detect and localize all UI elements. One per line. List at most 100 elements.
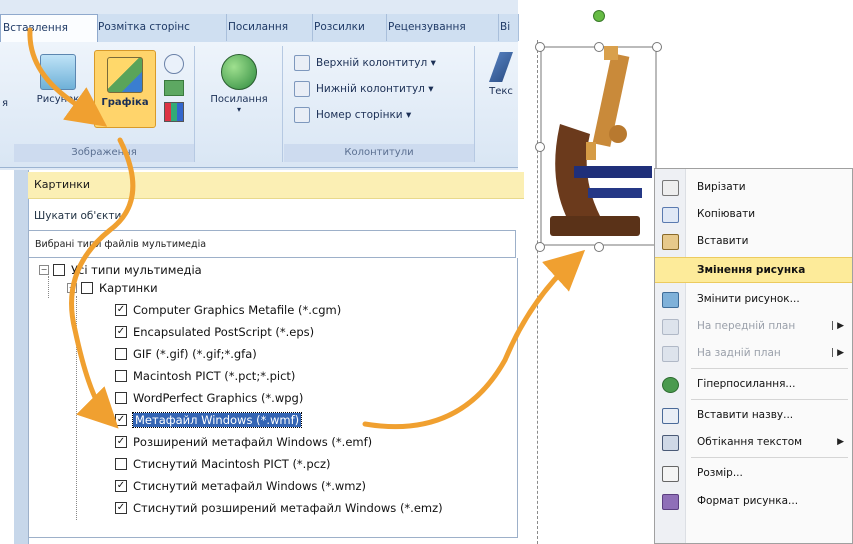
- menu-item-cut[interactable]: Вирізати: [655, 175, 852, 199]
- paste-icon: [662, 234, 679, 250]
- microscope-knob: [609, 125, 627, 143]
- checkbox[interactable]: [115, 457, 127, 470]
- menu-item-format-picture[interactable]: Формат рисунка...: [655, 489, 852, 513]
- tree-line: [76, 296, 77, 520]
- tab-insert[interactable]: Вставлення: [0, 14, 98, 43]
- resize-handle[interactable]: [594, 42, 604, 52]
- checkbox-checked[interactable]: ✓: [115, 303, 127, 316]
- resize-handle[interactable]: [535, 42, 545, 52]
- links-button[interactable]: Посилання ▾: [206, 54, 272, 114]
- menu-item-copy[interactable]: Копіювати: [655, 202, 852, 226]
- resize-handle[interactable]: [652, 42, 662, 52]
- text-box-label: Текс: [489, 86, 513, 97]
- tab-mailings[interactable]: Розсилки: [312, 14, 387, 41]
- menu-item-text-wrapping[interactable]: Обтікання текстом ▶: [655, 430, 852, 454]
- pane-title: Картинки: [28, 172, 524, 199]
- tab-review[interactable]: Рецензування: [386, 14, 499, 41]
- tab-references[interactable]: Посилання: [226, 14, 313, 41]
- page-number-button-label: Номер сторінки: [316, 109, 403, 121]
- tree-item-file-type[interactable]: ✓ Encapsulated PostScript (*.eps): [115, 322, 314, 342]
- media-types-dropdown[interactable]: Вибрані типи файлів мультимедіа: [28, 230, 516, 258]
- tree-item-file-type[interactable]: Macintosh PICT (*.pct;*.pict): [115, 366, 295, 386]
- graphics-button[interactable]: Графіка: [94, 50, 156, 128]
- tree-item-label: Macintosh PICT (*.pct;*.pict): [133, 369, 296, 383]
- tree-item-file-type[interactable]: ✓ Стиснутий розширений метафайл Windows (…: [115, 498, 443, 518]
- menu-item-label: Змінення рисунка: [697, 264, 806, 276]
- tab-view[interactable]: Ві: [498, 14, 519, 41]
- chart-icon[interactable]: [164, 102, 184, 122]
- pane-strip: [14, 170, 29, 544]
- copy-icon: [662, 207, 679, 223]
- tree-item-label: Метафайл Windows (*.wmf): [131, 412, 303, 428]
- menu-item-label: Змінити рисунок...: [697, 293, 800, 305]
- picture-icon: [40, 54, 76, 90]
- ribbon-tab-bar: Вставлення Розмітка сторінс Посилання Ро…: [0, 14, 519, 43]
- microscope-clipart[interactable]: [540, 46, 657, 246]
- tree-item-file-type[interactable]: GIF (*.gif) (*.gif;*.gfa): [115, 344, 257, 364]
- ribbon-cut-label: я: [1, 98, 8, 109]
- shapes-icon[interactable]: [164, 54, 184, 74]
- submenu-arrow-icon: | ▶: [831, 314, 844, 338]
- submenu-glyph: ▶: [837, 321, 844, 331]
- picture-button-label: Рисунок: [36, 94, 80, 105]
- tab-page-layout[interactable]: Розмітка сторінс: [96, 14, 227, 41]
- text-wrap-icon: [662, 435, 679, 451]
- checkbox[interactable]: [115, 391, 127, 404]
- group-header-footer: Верхній колонтитул ▾ Нижній колонтитул ▾…: [284, 46, 475, 162]
- tree-item-file-type[interactable]: ✓ Розширений метафайл Windows (*.emf): [115, 432, 372, 452]
- collapse-icon[interactable]: −: [39, 264, 49, 275]
- checkbox[interactable]: [81, 281, 93, 294]
- tree-item-label: Encapsulated PostScript (*.eps): [133, 325, 315, 339]
- tree-item-clipart[interactable]: − Картинки: [67, 278, 158, 298]
- smartart-icon[interactable]: [164, 80, 184, 96]
- picture-button[interactable]: Рисунок: [32, 54, 84, 105]
- menu-separator: [691, 399, 848, 400]
- menu-item-change-picture[interactable]: Змінити рисунок...: [655, 287, 852, 311]
- chevron-down-icon: ▾: [236, 105, 241, 114]
- microscope-mirror: [588, 188, 642, 198]
- checkbox-checked[interactable]: ✓: [115, 325, 127, 338]
- ribbon: Вставлення Розмітка сторінс Посилання Ро…: [0, 0, 519, 170]
- checkbox-checked[interactable]: ✓: [115, 413, 127, 426]
- tree-item-file-type[interactable]: WordPerfect Graphics (*.wpg): [115, 388, 303, 408]
- rotate-handle[interactable]: [593, 10, 605, 22]
- caption-icon: [662, 408, 679, 424]
- tree-item-all-media[interactable]: − Усі типи мультимедіа: [39, 260, 202, 280]
- resize-handle[interactable]: [535, 242, 545, 252]
- resize-handle[interactable]: [535, 142, 545, 152]
- footer-button-label: Нижній колонтитул: [316, 83, 425, 95]
- menu-item-label: Гіперпосилання...: [697, 378, 796, 390]
- tree-item-label: GIF (*.gif) (*.gif;*.gfa): [133, 347, 257, 361]
- menu-item-label: Обтікання текстом: [697, 436, 803, 448]
- tree-item-file-type[interactable]: ✓ Computer Graphics Metafile (*.cgm): [115, 300, 341, 320]
- menu-item-label: Вставити: [697, 235, 749, 247]
- checkbox[interactable]: [115, 347, 127, 360]
- menu-item-bring-forward[interactable]: На передній план | ▶: [655, 314, 852, 338]
- ribbon-body: я Рисунок Графіка Зображення Посилання ▾: [0, 42, 518, 168]
- graphics-button-label: Графіка: [101, 97, 149, 108]
- menu-item-paste[interactable]: Вставити: [655, 229, 852, 253]
- menu-item-label: Копіювати: [697, 208, 756, 220]
- tree-item-file-type[interactable]: ✓ Стиснутий метафайл Windows (*.wmz): [115, 476, 366, 496]
- text-box-button[interactable]: Текс: [484, 52, 518, 97]
- tree-item-wmf-selected[interactable]: ✓ Метафайл Windows (*.wmf): [115, 410, 303, 430]
- checkbox-checked[interactable]: ✓: [115, 479, 127, 492]
- group-label-illustrations: Зображення: [14, 144, 194, 162]
- tree-item-file-type[interactable]: Стиснутий Macintosh PICT (*.pcz): [115, 454, 330, 474]
- menu-item-send-backward[interactable]: На задній план | ▶: [655, 341, 852, 365]
- menu-item-hyperlink[interactable]: Гіперпосилання...: [655, 372, 852, 396]
- checkbox[interactable]: [53, 263, 65, 276]
- page-number-button[interactable]: Номер сторінки ▾: [294, 104, 411, 126]
- menu-separator: [691, 457, 848, 458]
- resize-handle[interactable]: [594, 242, 604, 252]
- menu-item-insert-caption[interactable]: Вставити назву...: [655, 403, 852, 427]
- header-button[interactable]: Верхній колонтитул ▾: [294, 52, 436, 74]
- menu-item-size[interactable]: Розмір...: [655, 461, 852, 485]
- footer-button[interactable]: Нижній колонтитул ▾: [294, 78, 433, 100]
- media-types-tree: − Усі типи мультимедіа − Картинки ✓ Compute…: [28, 258, 518, 538]
- collapse-icon[interactable]: −: [67, 282, 77, 293]
- search-label: Шукати об'єкти:: [34, 210, 125, 222]
- checkbox-checked[interactable]: ✓: [115, 435, 127, 448]
- checkbox[interactable]: [115, 369, 127, 382]
- checkbox-checked[interactable]: ✓: [115, 501, 127, 514]
